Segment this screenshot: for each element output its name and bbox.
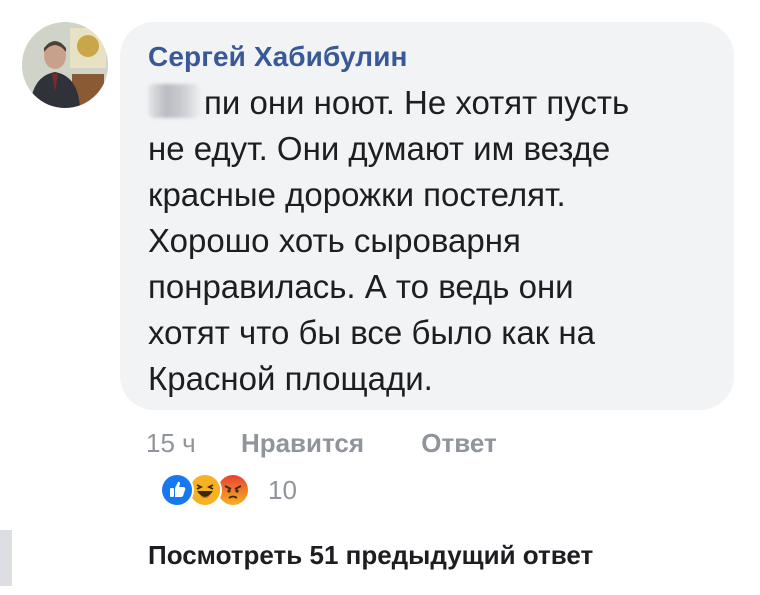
comment-actions: 15 ч Нравится Ответ xyxy=(146,426,497,460)
comment-author[interactable]: Сергей Хабибулин xyxy=(148,40,708,74)
comment-timestamp[interactable]: 15 ч xyxy=(146,428,196,458)
reaction-count: 10 xyxy=(268,474,297,505)
reply-link[interactable]: Ответ xyxy=(421,428,496,458)
comment-line: Красной площади. xyxy=(148,360,433,397)
view-previous-replies-link[interactable]: Посмотреть 51 предыдущий ответ xyxy=(148,537,593,573)
comment-text: пи они ноют. Не хотят пусть не едут. Они… xyxy=(148,80,708,402)
comment-line: хотят что бы все было как на xyxy=(148,314,595,351)
avatar[interactable] xyxy=(22,22,108,108)
reactions-summary[interactable]: 10 xyxy=(160,472,297,508)
comment-bubble: Сергей Хабибулин пи они ноют. Не хотят п… xyxy=(120,22,734,410)
reply-thread-indicator xyxy=(0,530,12,586)
comment-line: Хорошо хоть сыроварня xyxy=(148,222,521,259)
comment-line: понравилась. А то ведь они xyxy=(148,268,574,305)
like-icon xyxy=(160,473,194,507)
comment-line: не едут. Они думают им везде xyxy=(148,130,611,167)
comment-line: пи они ноют. Не хотят пусть xyxy=(148,80,708,126)
comment-line: красные дорожки постелят. xyxy=(148,176,566,213)
avatar-photo xyxy=(22,22,108,108)
redacted-word xyxy=(148,84,200,118)
like-link[interactable]: Нравится xyxy=(241,428,364,458)
